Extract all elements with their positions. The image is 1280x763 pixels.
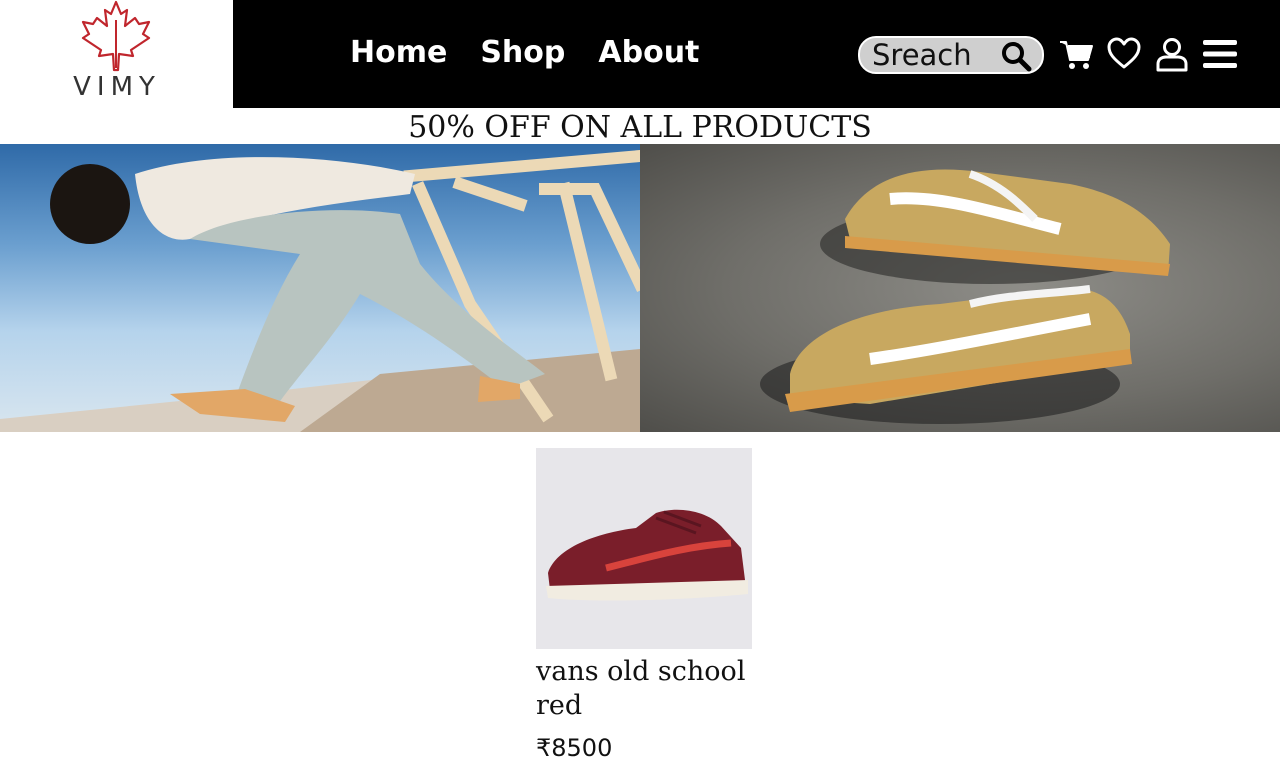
promo-banner: 50% OFF ON ALL PRODUCTS — [408, 110, 872, 145]
nav-home[interactable]: Home — [350, 32, 447, 74]
hero-image-sneakers — [640, 144, 1280, 432]
main-nav: Home Shop About — [350, 32, 699, 74]
search-bar — [858, 36, 1044, 74]
hero-banner — [0, 144, 1280, 432]
product-name[interactable]: vans old school red — [536, 655, 752, 723]
search-input[interactable] — [872, 38, 992, 72]
maple-leaf-icon — [81, 0, 151, 72]
cart-icon[interactable] — [1058, 36, 1094, 72]
search-icon[interactable] — [1000, 40, 1032, 72]
hero-image-skater — [0, 144, 640, 432]
site-header: VIMY Home Shop About — [0, 0, 1280, 108]
product-price: ₹8500 — [536, 734, 613, 762]
brand-logo[interactable]: VIMY — [0, 0, 233, 108]
nav-about[interactable]: About — [598, 32, 699, 74]
product-card[interactable]: vans old school red ₹8500 — [536, 448, 752, 763]
brand-name: VIMY — [73, 72, 161, 102]
user-icon[interactable] — [1154, 36, 1190, 72]
heart-icon[interactable] — [1106, 36, 1142, 72]
nav-shop[interactable]: Shop — [480, 32, 565, 74]
menu-icon[interactable] — [1202, 36, 1238, 72]
product-image[interactable] — [536, 448, 752, 649]
